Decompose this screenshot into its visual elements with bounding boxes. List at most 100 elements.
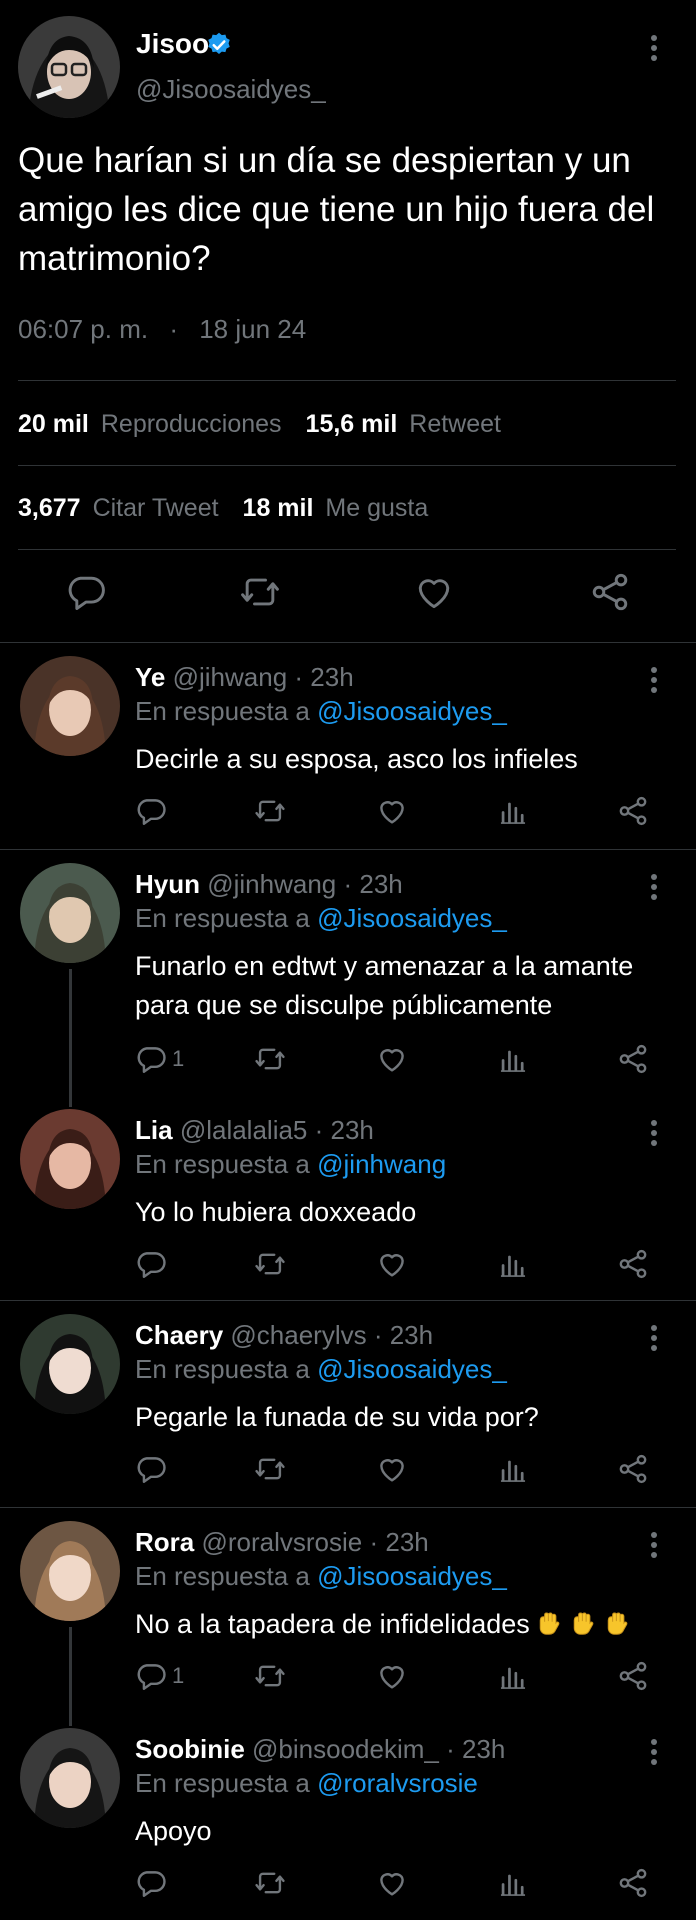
views-button[interactable] — [496, 1041, 530, 1077]
reply-button[interactable] — [134, 1865, 172, 1901]
stats-row-views: 20 mil Reproducciones 15,6 mil Retweet — [18, 410, 525, 439]
reply-count: 1 — [172, 1663, 185, 1688]
thread-connector — [69, 969, 72, 1107]
retweet-button[interactable] — [253, 1451, 287, 1487]
views-button[interactable] — [496, 1865, 530, 1901]
retweet-button[interactable] — [253, 1865, 287, 1901]
reply-author-name[interactable]: Rora — [135, 1527, 194, 1557]
reply-author-name[interactable]: Lia — [135, 1115, 173, 1145]
more-vertical-icon[interactable] — [640, 664, 668, 696]
share-button[interactable] — [616, 1658, 650, 1694]
more-vertical-icon[interactable] — [640, 1322, 668, 1354]
reply-actions: 1 — [0, 1041, 696, 1081]
like-button[interactable] — [375, 1041, 409, 1077]
reply-to-mention[interactable]: @Jisoosaidyes_ — [317, 1561, 507, 1591]
reply-author-name[interactable]: Chaery — [135, 1320, 223, 1350]
reply-bubble-icon[interactable] — [64, 570, 108, 614]
avatar[interactable] — [20, 1109, 120, 1209]
reply-to-mention[interactable]: @Jisoosaidyes_ — [317, 1354, 507, 1384]
likes-label[interactable]: Me gusta — [325, 494, 428, 522]
like-button[interactable] — [375, 1865, 409, 1901]
more-vertical-icon[interactable] — [640, 32, 668, 64]
retweet-button[interactable] — [253, 1041, 287, 1077]
share-icon — [616, 1247, 650, 1281]
views-button[interactable] — [496, 1246, 530, 1282]
views-label[interactable]: Reproducciones — [101, 410, 282, 438]
tweet-time: 06:07 p. m. — [18, 314, 149, 344]
reply-button[interactable] — [134, 793, 172, 829]
retweets-label[interactable]: Retweet — [409, 410, 501, 438]
reply-time: · 23h — [343, 869, 403, 899]
reply-author-handle[interactable]: @jinhwang — [207, 869, 336, 899]
reply-header: Rora @roralvsrosie · 23h — [135, 1527, 429, 1558]
tweet-timestamp[interactable]: 06:07 p. m. · 18 jun 24 — [18, 314, 306, 345]
reply-button[interactable] — [134, 1451, 172, 1487]
views-bar-icon — [496, 1042, 530, 1076]
share-icon[interactable] — [588, 570, 632, 614]
more-vertical-icon[interactable] — [640, 1117, 668, 1149]
reply-author-handle[interactable]: @roralvsrosie — [201, 1527, 362, 1557]
avatar[interactable] — [20, 1314, 120, 1414]
like-button[interactable] — [375, 1451, 409, 1487]
reply-to-mention[interactable]: @Jisoosaidyes_ — [317, 903, 507, 933]
reply-author-name[interactable]: Soobinie — [135, 1734, 245, 1764]
views-count[interactable]: 20 mil — [18, 410, 89, 438]
avatar[interactable] — [20, 863, 120, 963]
reply-actions: 1 — [0, 1658, 696, 1698]
reply-text: Yo lo hubiera doxxeado — [135, 1193, 675, 1232]
quotes-count[interactable]: 3,677 — [18, 494, 81, 522]
avatar[interactable] — [18, 16, 120, 118]
reply-author-name[interactable]: Ye — [135, 662, 165, 692]
retweet-button[interactable] — [253, 1246, 287, 1282]
share-button[interactable] — [616, 793, 650, 829]
reply-button[interactable]: 1 — [134, 1041, 184, 1077]
like-button[interactable] — [375, 1246, 409, 1282]
reply-tweet[interactable]: Ye @jihwang · 23h En respuesta a @Jisoosa… — [0, 642, 696, 849]
like-button[interactable] — [375, 1658, 409, 1694]
author-handle[interactable]: @Jisoosaidyes_ — [136, 74, 326, 105]
retweet-icon[interactable] — [238, 570, 282, 614]
divider — [18, 549, 676, 550]
reply-tweet[interactable]: Soobinie @binsoodekim_ · 23h En respuesta… — [0, 1714, 696, 1920]
reply-tweet[interactable]: Lia @lalalalia5 · 23h En respuesta a @jin… — [0, 1095, 696, 1300]
reply-button[interactable] — [134, 1246, 172, 1282]
retweet-button[interactable] — [253, 1658, 287, 1694]
share-button[interactable] — [616, 1451, 650, 1487]
avatar[interactable] — [20, 1521, 120, 1621]
reply-author-handle[interactable]: @binsoodekim_ — [252, 1734, 439, 1764]
reply-tweet[interactable]: Chaery @chaerylvs · 23h En respuesta a @J… — [0, 1300, 696, 1507]
more-vertical-icon[interactable] — [640, 1529, 668, 1561]
reply-context: En respuesta a @Jisoosaidyes_ — [135, 1561, 507, 1592]
reply-to-mention[interactable]: @roralvsrosie — [317, 1768, 478, 1798]
avatar[interactable] — [20, 656, 120, 756]
avatar[interactable] — [20, 1728, 120, 1828]
reply-tweet[interactable]: Hyun @jinhwang · 23h En respuesta a @Jiso… — [0, 849, 696, 1107]
more-vertical-icon[interactable] — [640, 871, 668, 903]
reply-to-mention[interactable]: @Jisoosaidyes_ — [317, 696, 507, 726]
heart-icon — [375, 794, 409, 828]
quotes-label[interactable]: Citar Tweet — [93, 494, 219, 522]
share-button[interactable] — [616, 1041, 650, 1077]
reply-context: En respuesta a @Jisoosaidyes_ — [135, 696, 507, 727]
reply-author-handle[interactable]: @lalalalia5 — [180, 1115, 308, 1145]
heart-icon[interactable] — [412, 570, 456, 614]
retweet-icon — [253, 1247, 287, 1281]
views-button[interactable] — [496, 793, 530, 829]
reply-author-name[interactable]: Hyun — [135, 869, 200, 899]
reply-button[interactable]: 1 — [134, 1658, 184, 1694]
author-name[interactable]: Jisoo — [136, 28, 209, 60]
likes-count[interactable]: 18 mil — [243, 494, 314, 522]
views-button[interactable] — [496, 1658, 530, 1694]
reply-text-content: Funarlo en edtwt y amenazar a la amante … — [135, 951, 634, 1020]
retweet-button[interactable] — [253, 793, 287, 829]
reply-author-handle[interactable]: @chaerylvs — [230, 1320, 366, 1350]
retweets-count[interactable]: 15,6 mil — [306, 410, 398, 438]
reply-author-handle[interactable]: @jihwang — [173, 662, 288, 692]
reply-tweet[interactable]: Rora @roralvsrosie · 23h En respuesta a @… — [0, 1507, 696, 1726]
views-button[interactable] — [496, 1451, 530, 1487]
like-button[interactable] — [375, 793, 409, 829]
reply-to-mention[interactable]: @jinhwang — [317, 1149, 446, 1179]
share-button[interactable] — [616, 1246, 650, 1282]
share-button[interactable] — [616, 1865, 650, 1901]
more-vertical-icon[interactable] — [640, 1736, 668, 1768]
